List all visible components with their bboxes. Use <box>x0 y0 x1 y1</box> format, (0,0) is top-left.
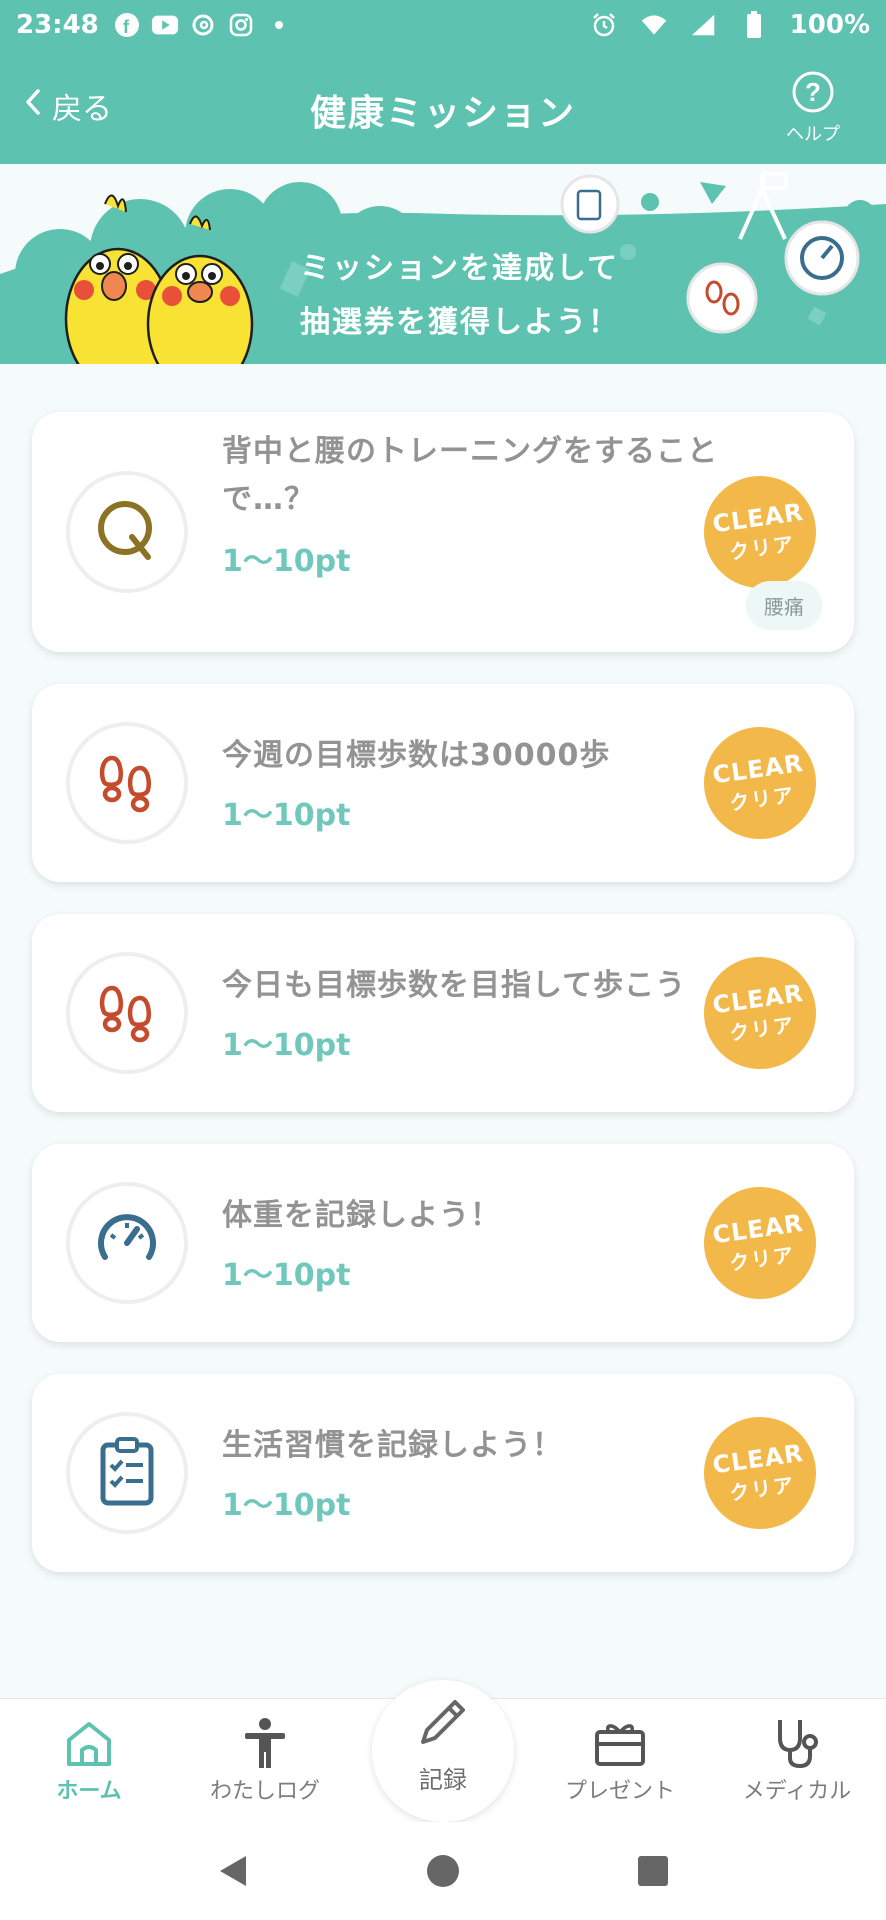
status-time: 23:48 <box>16 10 99 40</box>
mission-points: 1〜10pt <box>222 1488 351 1523</box>
nav-home[interactable]: ホーム <box>4 1713 174 1805</box>
instagram-icon <box>227 11 255 39</box>
mission-tag: 腰痛 <box>746 581 822 630</box>
mission-points: 1〜10pt <box>222 1258 351 1293</box>
mission-title: 今日も目標歩数を目指して歩こう <box>222 968 687 1003</box>
help-button[interactable]: ? ヘルプ <box>768 70 858 146</box>
alarm-icon <box>590 11 618 39</box>
wifi-icon <box>640 11 668 39</box>
mission-card-weight[interactable]: 体重を記録しよう！ 1〜10pt CLEAR クリア <box>32 1144 854 1342</box>
mission-title: 背中と腰のトレーニングをすることで…？ <box>222 434 718 517</box>
mission-card-weekly-steps[interactable]: 今週の目標歩数は30000歩 1〜10pt CLEAR クリア <box>32 684 854 882</box>
quiz-q-icon <box>92 495 162 569</box>
mission-icon-wrap <box>66 1182 188 1304</box>
clipboard-checklist-icon <box>95 1435 159 1511</box>
nav-present[interactable]: プレゼント <box>535 1713 705 1805</box>
nav-medical-label: メディカル <box>742 1779 852 1804</box>
mission-title: 今週の目標歩数は30000歩 <box>222 738 611 773</box>
mission-icon-wrap <box>66 952 188 1074</box>
system-back-button[interactable] <box>213 1851 253 1891</box>
pencil-icon <box>372 1680 514 1760</box>
banner-line-1: ミッションを達成して <box>300 251 620 286</box>
battery-icon <box>740 11 768 39</box>
system-nav-bar <box>0 1822 886 1920</box>
status-bar: 23:48 f 100% <box>0 0 886 50</box>
nav-my-log-label: わたしログ <box>209 1779 320 1804</box>
mission-title: 生活習慣を記録しよう！ <box>222 1428 563 1463</box>
svg-text:?: ? <box>805 77 821 107</box>
nav-medical[interactable]: メディカル <box>712 1713 882 1805</box>
mission-title: 体重を記録しよう！ <box>222 1198 501 1233</box>
mission-points: 1〜10pt <box>222 544 351 579</box>
help-label: ヘルプ <box>786 124 840 145</box>
mission-icon-wrap <box>66 1412 188 1534</box>
record-label: 記録 <box>419 1766 467 1794</box>
mission-card-daily-steps[interactable]: 今日も目標歩数を目指して歩こう 1〜10pt CLEAR クリア <box>32 914 854 1112</box>
question-circle-icon: ? <box>791 71 835 118</box>
dot-icon <box>265 11 293 39</box>
home-icon <box>4 1713 174 1773</box>
threads-icon <box>189 11 217 39</box>
gift-icon <box>535 1713 705 1773</box>
banner-message: ミッションを達成して 抽選券を獲得しよう！ <box>300 242 620 350</box>
footprints-icon <box>92 976 162 1050</box>
youtube-icon <box>151 11 179 39</box>
mission-card-quiz[interactable]: 背中と腰のトレーニングをすることで…？ 1〜10pt CLEAR クリア 腰痛 <box>32 412 854 652</box>
mission-card-lifestyle[interactable]: 生活習慣を記録しよう！ 1〜10pt CLEAR クリア <box>32 1374 854 1572</box>
system-home-button[interactable] <box>423 1851 463 1891</box>
record-button[interactable]: 記録 <box>372 1680 514 1822</box>
footprints-icon <box>92 746 162 820</box>
mission-icon-wrap <box>66 471 188 593</box>
system-recents-button[interactable] <box>633 1851 673 1891</box>
stethoscope-icon <box>712 1713 882 1773</box>
battery-percent: 100% <box>789 10 870 40</box>
facebook-icon: f <box>113 11 141 39</box>
svg-text:f: f <box>123 17 130 37</box>
page-title: 健康ミッション <box>309 93 576 134</box>
mission-points: 1〜10pt <box>222 798 351 833</box>
nav-my-log[interactable]: わたしログ <box>180 1713 350 1805</box>
person-icon <box>180 1713 350 1773</box>
nav-home-label: ホーム <box>56 1779 122 1804</box>
app-header: 戻る 健康ミッション ? ヘルプ <box>0 50 886 164</box>
mission-icon-wrap <box>66 722 188 844</box>
nav-present-label: プレゼント <box>564 1779 675 1804</box>
mission-banner: ミッションを達成して 抽選券を獲得しよう！ <box>0 164 886 364</box>
signal-icon <box>690 11 718 39</box>
banner-line-2: 抽選券を獲得しよう！ <box>300 305 620 340</box>
mission-points: 1〜10pt <box>222 1028 351 1063</box>
gauge-icon <box>91 1205 163 1281</box>
